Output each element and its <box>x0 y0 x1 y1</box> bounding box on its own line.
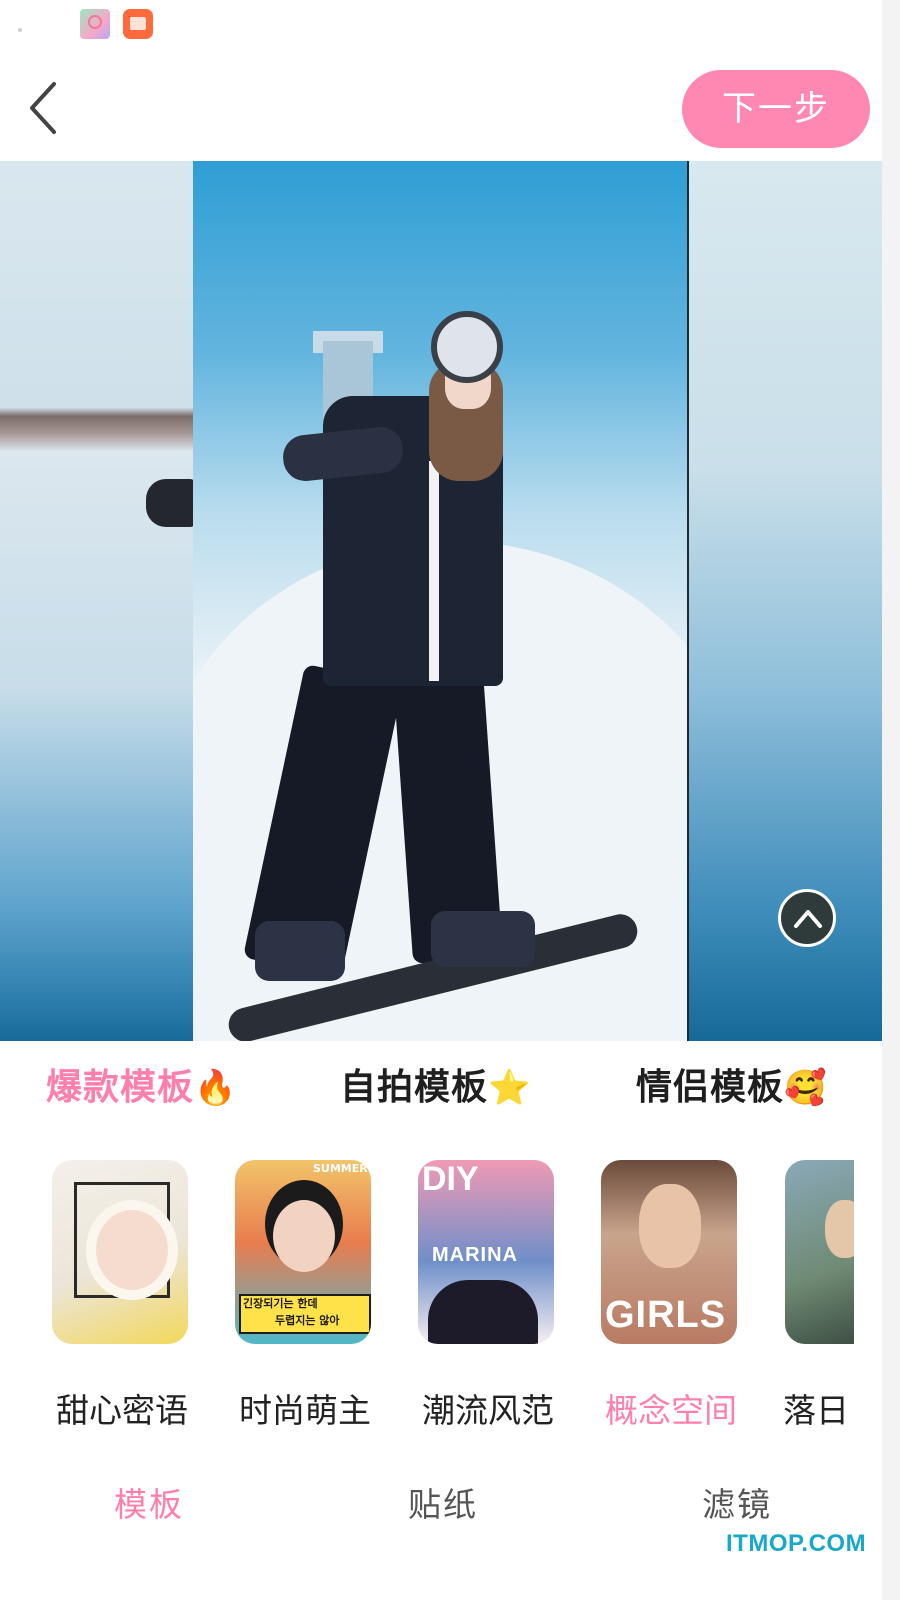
template-item-selected[interactable]: GIRLS 概念空间 <box>601 1160 741 1430</box>
template-label: 潮流风范 <box>422 1391 554 1430</box>
thumbnail-text: 긴장되기는 한데 <box>243 1297 318 1310</box>
template-thumbnail <box>52 1160 188 1344</box>
tab-templates[interactable]: 模板 <box>114 1478 184 1526</box>
category-tab-label: 情侣模板 <box>636 1067 785 1108</box>
collapse-button[interactable] <box>778 889 836 947</box>
photo-carousel[interactable] <box>0 161 882 1041</box>
photo-figure-helmet <box>431 311 503 383</box>
smiling-hearts-icon: 🥰 <box>784 1068 828 1108</box>
template-list[interactable]: 甜心密语 SUMMER 긴장되기는 한데 두렵지는 않아 时尚萌主 DIY MA… <box>0 1160 854 1460</box>
fire-icon: 🔥 <box>194 1068 238 1108</box>
photo-figure <box>255 921 345 981</box>
template-item[interactable]: 甜心密语 <box>52 1160 192 1430</box>
status-bar <box>0 0 900 48</box>
template-thumbnail <box>785 1160 854 1344</box>
tab-filters[interactable]: 滤镜 <box>702 1478 772 1526</box>
watermark: ITMOP.COM <box>726 1530 867 1557</box>
category-tab-selfie[interactable]: 自拍模板⭐ <box>340 1060 531 1116</box>
template-category-tabs: 爆款模板🔥 自拍模板⭐ 情侣模板🥰 <box>0 1050 882 1120</box>
chevron-up-icon <box>794 910 822 928</box>
thumbnail-text: MARINA <box>432 1244 518 1266</box>
star-icon: ⭐ <box>488 1068 532 1108</box>
thumbnail-text: GIRLS <box>605 1294 727 1336</box>
carousel-slide-current[interactable] <box>193 161 687 1041</box>
template-label: 时尚萌主 <box>239 1391 371 1430</box>
template-item[interactable]: SUMMER 긴장되기는 한데 두렵지는 않아 时尚萌主 <box>235 1160 375 1430</box>
book-app-icon <box>123 9 153 39</box>
template-label: 概念空间 <box>605 1391 737 1430</box>
tab-stickers[interactable]: 贴纸 <box>408 1478 478 1526</box>
category-tab-label: 爆款模板 <box>46 1067 195 1108</box>
status-dot <box>18 28 22 32</box>
thumbnail-art <box>825 1200 854 1258</box>
thumbnail-text: SUMMER <box>313 1162 368 1175</box>
photo-figure <box>431 911 535 967</box>
carousel-slide-previous[interactable] <box>0 161 196 1041</box>
next-step-button[interactable]: 下一步 <box>682 70 870 148</box>
thumbnail-art <box>428 1280 538 1344</box>
back-button[interactable] <box>24 80 80 140</box>
template-thumbnail: GIRLS <box>601 1160 737 1344</box>
category-tab-hot[interactable]: 爆款模板🔥 <box>46 1060 237 1116</box>
chevron-left-icon <box>30 82 56 134</box>
template-label: 甜心密语 <box>56 1391 188 1430</box>
photo-figure <box>429 461 439 681</box>
template-thumbnail: SUMMER 긴장되기는 한데 두렵지는 않아 <box>235 1160 371 1344</box>
template-label: 落日 <box>783 1391 849 1430</box>
template-item[interactable]: DIY MARINA 潮流风范 <box>418 1160 558 1430</box>
thumbnail-art <box>639 1184 701 1268</box>
template-item[interactable]: 落日 <box>783 1160 854 1430</box>
app-notification-icon <box>80 9 110 39</box>
category-tab-couple[interactable]: 情侣模板🥰 <box>636 1060 827 1116</box>
screen-edge <box>882 0 900 1600</box>
category-tab-label: 自拍模板 <box>340 1067 489 1108</box>
thumbnail-art <box>86 1200 178 1300</box>
thumbnail-art <box>273 1200 335 1272</box>
slide-photo-detail <box>146 479 196 527</box>
template-thumbnail: DIY MARINA <box>418 1160 554 1344</box>
thumbnail-text: 두렵지는 않아 <box>275 1314 340 1327</box>
thumbnail-text: DIY <box>422 1160 479 1198</box>
